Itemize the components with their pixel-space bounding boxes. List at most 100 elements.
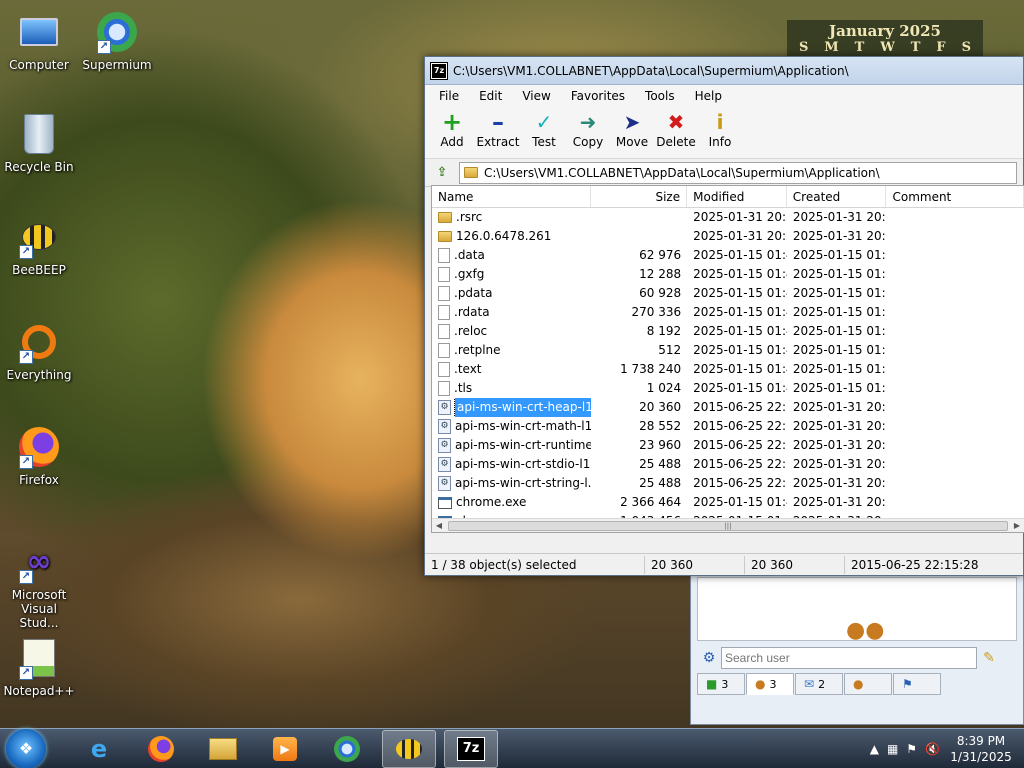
beebeep-icon bbox=[396, 738, 422, 759]
table-row[interactable]: .rsrc 2025-01-31 20:39 2025-01-31 20:39 bbox=[432, 208, 1024, 227]
tab-pinned[interactable]: ⚑ bbox=[893, 673, 941, 695]
copy-button[interactable]: ➜ Copy bbox=[567, 111, 609, 149]
file-created: 2025-01-31 20:36 bbox=[792, 419, 887, 433]
menu-bar: File Edit View Favorites Tools Help bbox=[425, 85, 1023, 107]
desktop-icon-beebeep[interactable]: ↗ BeeBEEP bbox=[0, 215, 78, 277]
taskbar-media-player[interactable]: ▶ bbox=[258, 730, 312, 768]
menu-help[interactable]: Help bbox=[685, 86, 732, 106]
calendar-day-header: T bbox=[910, 40, 921, 55]
file-name: .retplne bbox=[454, 343, 501, 357]
taskbar-supermium[interactable] bbox=[320, 730, 374, 768]
beebeep-tabs: ■ 3 ● 3 ✉ 2 ● ⚑ bbox=[697, 673, 942, 695]
clear-search-icon[interactable]: ✎ bbox=[977, 650, 1001, 666]
table-row[interactable]: .tls 1 024 2025-01-15 01:43 2025-01-15 01:4… bbox=[432, 379, 1024, 398]
folder-icon bbox=[438, 212, 452, 223]
menu-view[interactable]: View bbox=[512, 86, 560, 106]
pin-icon: ⚑ bbox=[902, 677, 913, 691]
table-row[interactable]: ⚙ api-ms-win-crt-string-l... 25 488 2015-06… bbox=[432, 474, 1024, 493]
beebeep-window[interactable]: ●● ⚙ ✎ ■ 3 ● 3 ✉ 2 ● ⚑ bbox=[690, 570, 1024, 725]
search-user-input[interactable] bbox=[721, 647, 977, 669]
7zip-window[interactable]: 7z C:\Users\VM1.COLLABNET\AppData\Local\… bbox=[424, 56, 1024, 576]
table-row[interactable]: .retplne 512 2025-01-15 01:43 2025-01-15 01… bbox=[432, 341, 1024, 360]
info-icon: i bbox=[716, 110, 724, 134]
desktop-icon-firefox[interactable]: ↗ Firefox bbox=[0, 425, 78, 487]
windows-logo-icon: ❖ bbox=[18, 739, 34, 758]
info-button[interactable]: i Info bbox=[699, 111, 741, 149]
file-list[interactable]: Name Size Modified Created Comment .rsrc… bbox=[431, 185, 1024, 533]
add-button[interactable]: + Add bbox=[431, 110, 473, 149]
file-icon bbox=[438, 248, 450, 263]
table-row[interactable]: 126.0.6478.261 2025-01-31 20:36 2025-01-31… bbox=[432, 227, 1024, 246]
table-row[interactable]: chrome.exe 2 366 464 2025-01-15 01:43 2025-… bbox=[432, 493, 1024, 512]
taskbar-beebeep[interactable] bbox=[382, 729, 436, 768]
table-row[interactable]: .rdata 270 336 2025-01-15 01:43 2025-01-15 … bbox=[432, 303, 1024, 322]
clock[interactable]: 8:39 PM 1/31/2025 bbox=[948, 733, 1014, 765]
start-button[interactable]: ❖ bbox=[6, 728, 46, 768]
tab-chats[interactable]: ✉ 2 bbox=[795, 673, 843, 695]
move-button[interactable]: ➤ Move bbox=[611, 111, 653, 149]
desktop-icon-supermium[interactable]: ↗ Supermium bbox=[78, 10, 156, 72]
toolbar: + Add – Extract ✓ Test ➜ Copy ➤ Move ✖ D… bbox=[425, 107, 1023, 159]
extract-button[interactable]: – Extract bbox=[475, 110, 521, 149]
menu-tools[interactable]: Tools bbox=[635, 86, 685, 106]
taskbar-firefox[interactable] bbox=[134, 730, 188, 768]
column-header-name[interactable]: Name bbox=[432, 186, 592, 207]
media-player-icon: ▶ bbox=[273, 736, 297, 761]
file-name: chrome.exe bbox=[456, 495, 527, 509]
taskbar-file-explorer[interactable] bbox=[196, 730, 250, 768]
table-row[interactable]: ⚙ api-ms-win-crt-runtime... 23 960 2015-06-… bbox=[432, 436, 1024, 455]
table-row[interactable]: .gxfg 12 288 2025-01-15 01:43 2025-01-15 01… bbox=[432, 265, 1024, 284]
desktop-icon-label: Microsoft Visual Stud... bbox=[11, 588, 67, 630]
table-row[interactable]: ⚙ api-ms-win-crt-heap-l1... 20 360 2015-06-… bbox=[432, 398, 1024, 417]
column-header-comment[interactable]: Comment bbox=[886, 186, 1024, 207]
calendar-day-header: S bbox=[961, 40, 971, 55]
tab-contacts[interactable]: ● bbox=[844, 673, 892, 695]
taskbar-7zip[interactable]: 7z bbox=[444, 729, 498, 768]
taskbar-internet-explorer[interactable]: e bbox=[72, 730, 126, 768]
desktop-icon-recycle-bin[interactable]: Recycle Bin bbox=[0, 112, 78, 174]
network-icon[interactable]: ▦ bbox=[887, 742, 898, 756]
horizontal-scrollbar[interactable]: ◀ ||| ▶ bbox=[432, 518, 1024, 532]
menu-file[interactable]: File bbox=[429, 86, 469, 106]
tab-users-online[interactable]: ■ 3 bbox=[697, 673, 745, 695]
column-header-modified[interactable]: Modified bbox=[687, 186, 787, 207]
table-row[interactable]: ⚙ api-ms-win-crt-stdio-l1... 25 488 2015-06… bbox=[432, 455, 1024, 474]
table-row[interactable]: .text 1 738 240 2025-01-15 01:43 2025-01-15… bbox=[432, 360, 1024, 379]
test-button[interactable]: ✓ Test bbox=[523, 111, 565, 149]
column-header-size[interactable]: Size bbox=[591, 186, 688, 207]
desktop-icon-everything[interactable]: ↗ Everything bbox=[0, 320, 78, 382]
desktop-icon-visual-studio[interactable]: ∞ ↗ Microsoft Visual Stud... bbox=[0, 540, 78, 631]
address-field[interactable]: C:\Users\VM1.COLLABNET\AppData\Local\Sup… bbox=[459, 161, 1017, 184]
scroll-thumb[interactable]: ||| bbox=[448, 521, 1008, 531]
show-hidden-icons-icon[interactable]: ▲ bbox=[870, 742, 879, 756]
tab-count: 3 bbox=[769, 677, 777, 691]
table-row[interactable]: .data 62 976 2025-01-15 01:43 2025-01-15 01… bbox=[432, 246, 1024, 265]
file-created: 2025-01-15 01:43 bbox=[792, 381, 887, 395]
scroll-right-icon[interactable]: ▶ bbox=[1010, 519, 1024, 532]
calendar-gadget[interactable]: January 2025 S M T W T F S bbox=[787, 20, 983, 60]
title-bar[interactable]: 7z C:\Users\VM1.COLLABNET\AppData\Local\… bbox=[425, 57, 1023, 85]
shortcut-arrow-icon: ↗ bbox=[19, 245, 33, 259]
gear-icon[interactable]: ⚙ bbox=[697, 650, 721, 666]
desktop-icon-notepad-plus[interactable]: ↗ Notepad++ bbox=[0, 636, 78, 698]
file-modified: 2025-01-15 01:43 bbox=[693, 305, 787, 319]
column-header-created[interactable]: Created bbox=[787, 186, 887, 207]
file-size: 270 336 bbox=[631, 305, 682, 319]
action-center-flag-icon[interactable]: ⚑ bbox=[906, 742, 917, 756]
folder-icon bbox=[464, 167, 478, 178]
menu-edit[interactable]: Edit bbox=[469, 86, 512, 106]
up-folder-icon[interactable]: ⇪ bbox=[431, 163, 453, 183]
file-modified: 2025-01-31 20:39 bbox=[693, 210, 787, 224]
file-created: 2025-01-15 01:43 bbox=[792, 362, 887, 376]
table-row[interactable]: .reloc 8 192 2025-01-15 01:43 2025-01-15 01… bbox=[432, 322, 1024, 341]
scroll-left-icon[interactable]: ◀ bbox=[432, 519, 446, 532]
table-row[interactable]: ⚙ api-ms-win-crt-math-l1... 28 552 2015-06-… bbox=[432, 417, 1024, 436]
tab-groups[interactable]: ● 3 bbox=[746, 673, 794, 695]
delete-button[interactable]: ✖ Delete bbox=[655, 111, 697, 149]
volume-muted-icon[interactable]: 🔇 bbox=[925, 742, 940, 756]
file-created: 2025-01-15 01:43 bbox=[792, 343, 887, 357]
desktop-icon-computer[interactable]: Computer bbox=[0, 10, 78, 72]
table-row[interactable]: .pdata 60 928 2025-01-15 01:43 2025-01-15 0… bbox=[432, 284, 1024, 303]
menu-favorites[interactable]: Favorites bbox=[561, 86, 635, 106]
name-cell: .retplne bbox=[432, 341, 591, 360]
